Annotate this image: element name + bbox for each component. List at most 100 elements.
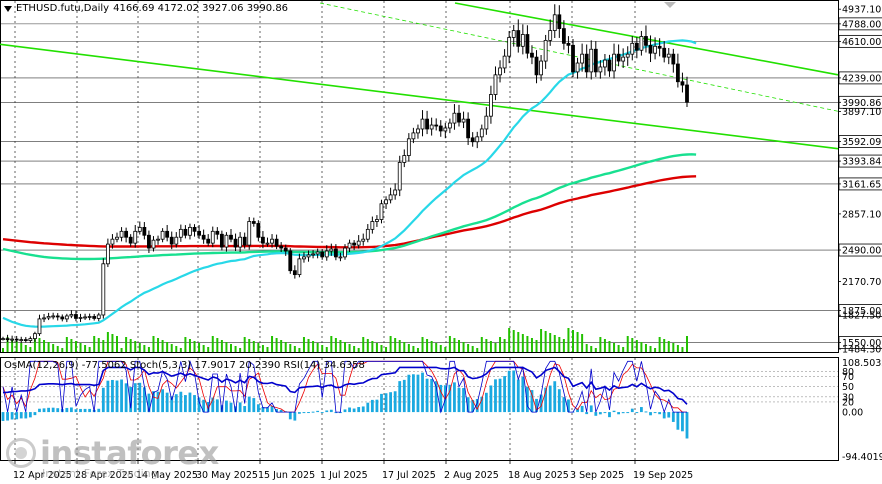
candle-body: [425, 118, 429, 130]
osma-bar: [302, 412, 306, 414]
osma-bar: [161, 389, 164, 413]
candle-body: [466, 118, 471, 139]
volume-bar: [403, 342, 406, 352]
candle-body: [498, 67, 502, 76]
volume-bar: [626, 336, 629, 352]
volume-bar: [348, 344, 351, 352]
volume-bar: [503, 339, 506, 352]
osma-bar: [585, 412, 589, 415]
candle-body: [292, 270, 297, 276]
osma-bar: [243, 406, 247, 413]
volume-bar: [499, 337, 502, 352]
candle-body: [210, 230, 215, 244]
price-axis-label: 2170.70: [842, 277, 881, 288]
candle-body: [224, 234, 229, 248]
candle-body: [379, 203, 384, 220]
volume-bar: [366, 339, 369, 352]
volume-bar: [339, 340, 342, 352]
price-chart[interactable]: 4937.104788.004610.004239.003990.863897.…: [0, 0, 882, 484]
osma-bar: [19, 412, 23, 419]
candle-body: [530, 52, 534, 58]
volume-bar: [106, 332, 109, 352]
osma-bar: [507, 370, 511, 413]
osma-bar: [238, 402, 242, 413]
osma-bar: [617, 412, 620, 415]
candle-body: [598, 66, 603, 73]
candle-body: [539, 60, 543, 76]
osma-bar: [676, 412, 680, 430]
volume-bar: [52, 344, 55, 352]
osma-bar: [398, 381, 402, 413]
volume-bar: [179, 348, 182, 352]
candle-body: [119, 230, 124, 238]
volume-bar: [544, 331, 547, 352]
volume-bar: [65, 337, 68, 352]
candle-body: [215, 230, 220, 235]
volume-bar: [202, 345, 205, 352]
osma-bar: [38, 408, 41, 413]
candle-body: [137, 226, 142, 232]
collapse-triangle-icon[interactable]: [4, 6, 12, 12]
candle-body: [411, 132, 416, 140]
candle-body: [169, 236, 174, 245]
volume-bar: [567, 328, 570, 352]
volume-bar: [617, 345, 620, 352]
volume-bar: [540, 329, 543, 352]
candle-body: [438, 125, 443, 132]
osma-bar: [252, 398, 256, 413]
volume-bar: [672, 343, 675, 352]
volume-bar: [284, 342, 287, 352]
candle-body: [124, 230, 129, 238]
price-axis-label: 3592.09: [842, 137, 881, 148]
volume-bar: [307, 339, 310, 352]
volume-bar: [603, 339, 606, 352]
osma-bar: [24, 412, 28, 419]
chart-area[interactable]: 4937.10 4788.00 4610.00 4239.00 3990.86 3897.…: [0, 0, 882, 484]
volume-bar: [622, 347, 625, 352]
candle-body: [74, 314, 78, 319]
volume-bar: [74, 341, 77, 352]
osma-bar: [133, 383, 137, 413]
osma-bar: [33, 412, 37, 416]
volume-bar: [61, 348, 64, 352]
osma-bar: [448, 384, 452, 413]
volume-bar: [134, 341, 137, 352]
candle-body: [83, 316, 87, 319]
candle-body: [87, 316, 92, 318]
candle-body: [178, 228, 183, 238]
volume-bar: [344, 342, 346, 352]
candle-body: [311, 253, 315, 256]
osma-bar: [97, 408, 101, 413]
volume-bar: [517, 332, 520, 352]
osma-bar: [567, 399, 570, 413]
volume-bar: [43, 340, 46, 352]
volume-bar: [389, 336, 392, 352]
volume-bar: [248, 339, 251, 352]
volume-bar: [70, 339, 73, 352]
osma-bar: [412, 374, 415, 413]
volume-bar: [667, 341, 670, 352]
time-axis-label: 19 Sep 2025: [633, 470, 693, 481]
ohlc-values: 4166.69 4172.02 3927.06 3990.86: [113, 3, 289, 14]
volume-bar: [430, 341, 433, 352]
osma-bar: [685, 412, 689, 439]
osma-bar: [51, 407, 55, 413]
volume-bar: [453, 338, 456, 352]
osma-bar: [329, 409, 333, 413]
candle-body: [324, 250, 329, 258]
volume-bar: [166, 342, 169, 352]
volume-bar: [585, 344, 588, 352]
osma-bar: [421, 372, 424, 413]
candle-body: [489, 94, 493, 117]
volume-bar: [448, 336, 451, 352]
osma-bar: [343, 409, 347, 413]
osma-bar: [138, 382, 142, 413]
volume-bar: [188, 339, 191, 352]
volume-bar: [97, 338, 100, 352]
osma-bar: [498, 378, 502, 413]
volume-bar: [439, 345, 442, 352]
volume-bar: [79, 343, 82, 352]
volume-bar: [572, 330, 574, 352]
volume-bar: [316, 343, 319, 352]
candle-body: [575, 62, 580, 73]
